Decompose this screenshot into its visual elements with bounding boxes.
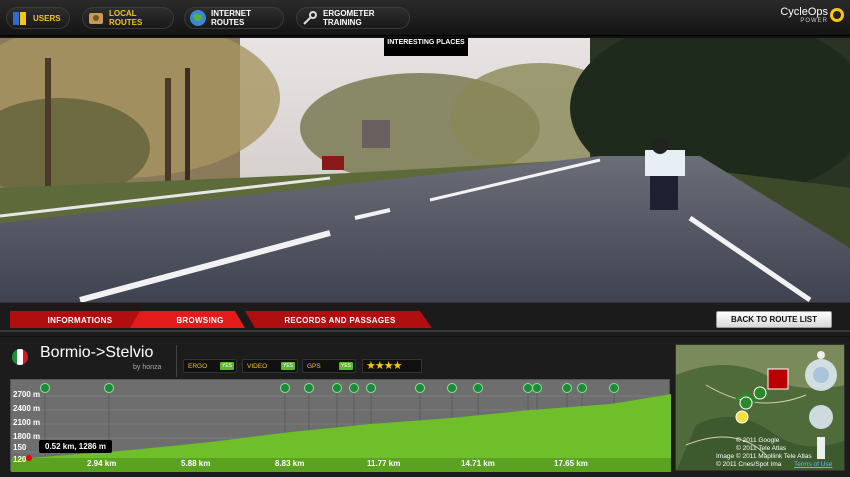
tag-value: YES	[219, 362, 234, 370]
poi-marker[interactable]	[280, 383, 290, 393]
video-tag: VIDEO YES	[242, 359, 298, 373]
route-map[interactable]: © 2011 Google © 2011 Tele Atlas Image © …	[675, 344, 845, 471]
nav-label: ERGOMETER TRAINING	[323, 9, 375, 27]
y-tick: 120	[13, 455, 27, 464]
elevation-profile[interactable]: 2700 m 2400 m 2100 m 1800 m 150 120 2.94…	[10, 379, 671, 472]
y-tick: 150	[13, 443, 27, 452]
poi-marker[interactable]	[349, 383, 359, 393]
map-copyright: © 2011 Google	[736, 437, 780, 444]
route-author: by honza	[133, 364, 162, 371]
nav-label: INTERNET ROUTES	[211, 9, 251, 27]
divider	[176, 345, 177, 377]
logo-sub: POWER	[800, 18, 828, 24]
tag-label: GPS	[307, 362, 321, 370]
rating-stars: ★★★★	[362, 359, 422, 373]
y-tick: 2100 m	[13, 418, 41, 427]
nav-local-routes-button[interactable]: LOCAL ROUTES	[82, 7, 174, 29]
cycleops-logo: CycleOps POWER	[764, 6, 844, 30]
poi-marker[interactable]	[532, 383, 542, 393]
logo-brand: CycleOps	[780, 6, 828, 18]
back-to-route-list-button[interactable]: BACK TO ROUTE LIST	[716, 311, 832, 328]
poi-marker[interactable]	[577, 383, 587, 393]
interesting-places-button[interactable]: INTERESTING PLACES	[384, 38, 468, 56]
route-name: Bormio->Stelvio	[40, 344, 154, 361]
x-tick: 5.88 km	[181, 459, 211, 468]
tab-informations[interactable]: INFORMATIONS	[20, 312, 140, 328]
tag-value: YES	[338, 362, 353, 370]
map-copyright: © 2011 Tele Atlas	[736, 445, 787, 452]
tab-records-and-passages[interactable]: RECORDS AND PASSAGES	[260, 312, 420, 328]
map-copyright: © 2011 Cnes/Spot Ima	[716, 461, 782, 468]
wrench-icon	[303, 11, 317, 25]
y-tick: 2400 m	[13, 404, 41, 413]
poi-marker[interactable]	[332, 383, 342, 393]
ergo-tag: ERGO YES	[183, 359, 237, 373]
y-tick: 2700 m	[13, 390, 41, 399]
tag-value: YES	[280, 362, 295, 370]
poi-marker[interactable]	[366, 383, 376, 393]
tab-browsing[interactable]: BROWSING	[145, 312, 255, 328]
poi-marker[interactable]	[415, 383, 425, 393]
poi-marker[interactable]	[304, 383, 314, 393]
italy-flag-icon	[12, 349, 28, 365]
logo-ring-icon	[830, 8, 844, 22]
x-tick: 2.94 km	[87, 459, 117, 468]
tab-bar: INFORMATIONS BROWSING RECORDS AND PASSAG…	[0, 302, 850, 336]
position-tooltip: 0.52 km, 1286 m	[39, 440, 112, 453]
gps-tag: GPS YES	[302, 359, 356, 373]
top-nav-bar: USERS LOCAL ROUTES INTERNET ROUTES ERGOM…	[0, 0, 850, 36]
nav-ergometer-training-button[interactable]: ERGOMETER TRAINING	[296, 7, 410, 29]
poi-marker[interactable]	[473, 383, 483, 393]
nav-users-button[interactable]: USERS	[6, 7, 70, 29]
globe-icon	[190, 10, 206, 26]
x-tick: 14.71 km	[461, 459, 495, 468]
users-icon	[13, 12, 26, 25]
video-frame	[0, 38, 850, 302]
poi-marker[interactable]	[40, 383, 50, 393]
poi-marker[interactable]	[562, 383, 572, 393]
map-copyright: Image © 2011 Mapllink Tele Atlas	[716, 453, 812, 460]
tag-label: VIDEO	[247, 362, 268, 370]
nav-label: LOCAL ROUTES	[109, 9, 143, 27]
x-tick: 8.83 km	[275, 459, 305, 468]
x-tick: 17.65 km	[554, 459, 588, 468]
poi-marker[interactable]	[447, 383, 457, 393]
poi-marker[interactable]	[609, 383, 619, 393]
x-tick: 11.77 km	[367, 459, 401, 468]
route-info-panel: Bormio->Stelvio by honza ERGO YES VIDEO …	[0, 337, 850, 477]
route-video[interactable]: INTERESTING PLACES	[0, 38, 850, 302]
poi-marker[interactable]	[104, 383, 114, 393]
nav-internet-routes-button[interactable]: INTERNET ROUTES	[184, 7, 284, 29]
tag-label: ERGO	[188, 362, 208, 370]
terms-of-use-link[interactable]: Terms of Use	[794, 461, 832, 468]
local-routes-icon	[89, 13, 103, 24]
y-tick: 1800 m	[13, 432, 41, 441]
nav-label: USERS	[33, 13, 61, 23]
